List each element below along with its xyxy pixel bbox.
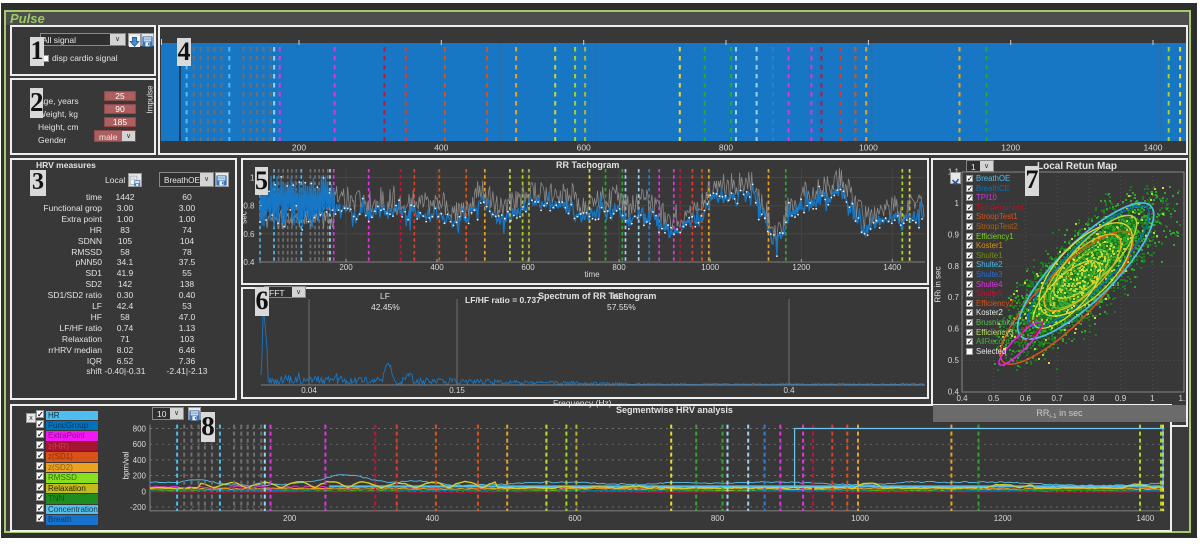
svg-text:600: 600 <box>577 143 591 153</box>
svg-text:0.7: 0.7 <box>1052 394 1064 403</box>
svg-text:200: 200 <box>283 514 297 523</box>
svg-text:0.4: 0.4 <box>243 258 255 267</box>
svg-text:1400: 1400 <box>1144 143 1163 153</box>
svg-text:0.6: 0.6 <box>948 325 960 334</box>
svg-text:1.1: 1.1 <box>1178 394 1187 403</box>
svg-text:400: 400 <box>430 263 444 272</box>
svg-text:1200: 1200 <box>994 514 1012 523</box>
svg-text:800: 800 <box>612 263 626 272</box>
svg-text:0.9: 0.9 <box>1115 394 1127 403</box>
svg-text:0.8: 0.8 <box>243 202 255 211</box>
svg-text:600: 600 <box>521 263 535 272</box>
svg-text:400: 400 <box>426 514 440 523</box>
svg-text:0.9: 0.9 <box>948 230 960 239</box>
svg-text:200: 200 <box>133 472 147 481</box>
svg-text:0.5: 0.5 <box>988 394 1000 403</box>
svg-text:1400: 1400 <box>1136 514 1154 523</box>
svg-text:400: 400 <box>434 143 448 153</box>
svg-text:800: 800 <box>133 425 147 434</box>
svg-text:800: 800 <box>719 143 733 153</box>
svg-text:0: 0 <box>142 487 147 496</box>
svg-text:1000: 1000 <box>859 143 878 153</box>
svg-text:1: 1 <box>955 199 960 208</box>
svg-text:time: time <box>584 270 600 279</box>
svg-text:200: 200 <box>292 143 306 153</box>
svg-text:1000: 1000 <box>701 263 719 272</box>
svg-text:0.5: 0.5 <box>948 356 960 365</box>
svg-text:1200: 1200 <box>792 263 810 272</box>
svg-text:0.04: 0.04 <box>301 386 317 395</box>
svg-text:0.6: 0.6 <box>1020 394 1032 403</box>
svg-text:0.8: 0.8 <box>948 262 960 271</box>
svg-text:600: 600 <box>133 440 147 449</box>
svg-text:800: 800 <box>711 514 725 523</box>
svg-text:1000: 1000 <box>851 514 869 523</box>
svg-text:0.4: 0.4 <box>783 386 795 395</box>
svg-text:200: 200 <box>339 263 353 272</box>
svg-text:1200: 1200 <box>1001 143 1020 153</box>
svg-text:0.8: 0.8 <box>1083 394 1095 403</box>
svg-text:1: 1 <box>1150 394 1155 403</box>
svg-text:0.4: 0.4 <box>956 394 968 403</box>
svg-text:600: 600 <box>568 514 582 523</box>
svg-text:0.6: 0.6 <box>243 230 255 239</box>
svg-text:400: 400 <box>133 456 147 465</box>
svg-text:0.7: 0.7 <box>948 293 960 302</box>
svg-text:-200: -200 <box>130 503 147 512</box>
svg-text:0.15: 0.15 <box>449 386 465 395</box>
svg-text:1400: 1400 <box>883 263 901 272</box>
